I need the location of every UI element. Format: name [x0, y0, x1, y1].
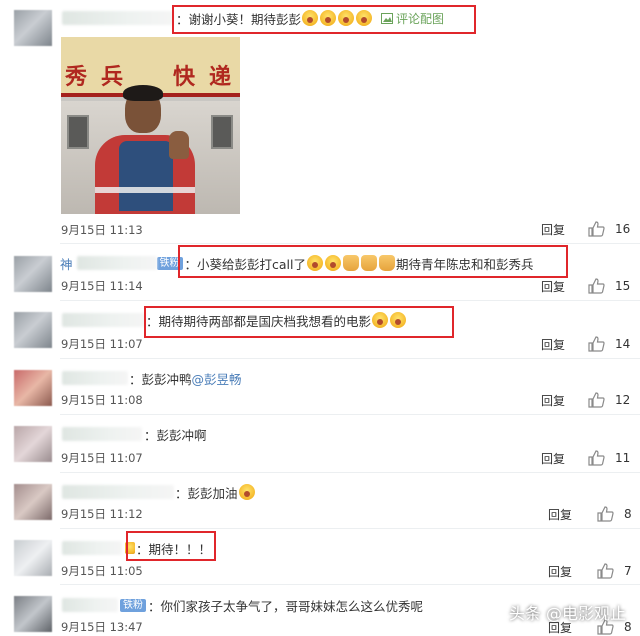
sign-char: 递	[209, 64, 232, 90]
divider	[60, 358, 640, 359]
scream-emoji-icon	[238, 484, 255, 500]
like-count: 14	[615, 337, 631, 351]
comment-time: 9月15日 13:47	[61, 620, 143, 634]
thumbs-up-icon	[588, 221, 605, 237]
comment-photo[interactable]: 秀 兵 快 递	[61, 37, 240, 214]
comment-text: ：彭彭冲啊	[144, 427, 207, 443]
reply-button[interactable]: 回复	[541, 221, 565, 238]
mention-link[interactable]: @彭昱畅	[192, 369, 242, 388]
username[interactable]	[76, 256, 157, 270]
photo-person-vest	[119, 141, 173, 211]
highlight-box	[126, 531, 216, 561]
thumbs-up-icon	[588, 392, 605, 408]
reply-button[interactable]: 回复	[548, 563, 572, 580]
highlight-box	[144, 306, 454, 338]
like-button[interactable]: 7	[597, 563, 632, 579]
comment-row: ：期待！！！ 9月15日 11:05 回复 7	[0, 531, 640, 586]
fan-badge: 铁粉	[120, 598, 146, 612]
highlight-box	[172, 5, 476, 34]
photo-thumbs-up	[169, 131, 189, 159]
comment-time: 9月15日 11:13	[61, 223, 143, 237]
comment-time: 9月15日 11:07	[61, 337, 143, 351]
like-count: 7	[624, 564, 632, 578]
comment-time: 9月15日 11:05	[61, 564, 143, 578]
divider	[60, 472, 640, 473]
comment-time: 9月15日 11:12	[61, 507, 143, 521]
username[interactable]	[62, 541, 122, 555]
divider	[60, 414, 640, 415]
reply-button[interactable]: 回复	[541, 278, 565, 295]
avatar[interactable]	[14, 370, 52, 406]
reply-button[interactable]: 回复	[541, 336, 565, 353]
sign-char: 兵	[101, 64, 124, 90]
comment-row: ：彭彭冲鸭 @彭昱畅 9月15日 11:08 回复 12	[0, 364, 640, 416]
reply-button[interactable]: 回复	[548, 506, 572, 523]
thumbs-up-icon	[588, 278, 605, 294]
username[interactable]	[62, 371, 128, 385]
comment-text-line: ：彭彭冲鸭 @彭昱畅	[129, 369, 242, 387]
reply-button[interactable]: 回复	[541, 392, 565, 409]
photo-window	[67, 115, 89, 149]
username[interactable]	[62, 598, 118, 612]
username[interactable]	[62, 11, 174, 25]
avatar[interactable]	[14, 484, 52, 520]
avatar[interactable]	[14, 596, 52, 632]
photo-person-hair	[123, 85, 163, 101]
thumbs-up-icon	[588, 450, 605, 466]
comment-text: ：彭彭冲鸭	[129, 371, 192, 387]
sign-char: 秀	[65, 64, 88, 90]
like-button[interactable]: 15	[588, 278, 630, 294]
divider	[60, 584, 640, 585]
photo-vest-stripe	[95, 187, 195, 193]
divider	[60, 300, 640, 301]
reply-button[interactable]: 回复	[541, 450, 565, 467]
thumbs-up-icon	[588, 336, 605, 352]
watermark: 头条 @电影观止	[508, 604, 626, 623]
comment-row: 神 铁粉 ：小葵给彭彭打call了 期待青年陈忠和和彭秀兵 9月15日 11:1…	[0, 245, 640, 300]
highlight-box	[178, 245, 568, 278]
divider	[60, 243, 640, 244]
like-button[interactable]: 11	[588, 450, 630, 466]
username[interactable]	[62, 313, 146, 327]
avatar[interactable]	[14, 426, 52, 462]
like-button[interactable]: 12	[588, 392, 630, 408]
like-count: 8	[624, 507, 632, 521]
comment-text-line: ：彭彭加油	[175, 483, 256, 501]
comment-row: ：彭彭加油 9月15日 11:12 回复 8	[0, 478, 640, 530]
comment-time: 9月15日 11:07	[61, 451, 143, 465]
username[interactable]	[62, 427, 142, 441]
sign-char: 快	[173, 64, 196, 90]
avatar[interactable]	[14, 10, 52, 46]
photo-window	[211, 115, 233, 149]
like-button[interactable]: 16	[588, 221, 630, 237]
comment-text: ：你们家孩子太争气了，哥哥妹妹怎么这么优秀呢	[148, 598, 424, 614]
avatar[interactable]	[14, 540, 52, 576]
thumbs-up-icon	[597, 506, 614, 522]
comment-text: ：彭彭加油	[175, 485, 238, 501]
like-count: 15	[615, 279, 631, 293]
thumbs-up-icon	[597, 563, 614, 579]
like-count: 16	[615, 222, 631, 236]
comment-row: ：期待期待两部都是国庆档我想看的电影 9月15日 11:07 回复 14	[0, 306, 640, 358]
like-button[interactable]: 14	[588, 336, 630, 352]
comment-time: 9月15日 11:08	[61, 393, 143, 407]
comment-row: ：彭彭冲啊 9月15日 11:07 回复 11	[0, 420, 640, 472]
comment-text-line: 铁粉 ：你们家孩子太争气了，哥哥妹妹怎么这么优秀呢	[120, 596, 423, 614]
like-button[interactable]: 8	[597, 506, 632, 522]
like-count: 11	[615, 451, 631, 465]
avatar[interactable]	[14, 256, 52, 292]
comment-row: ：谢谢小葵！期待彭彭 评论配图 秀 兵 快 递 9月15日 11:13 回复 1…	[0, 0, 640, 237]
comment-time: 9月15日 11:14	[61, 279, 143, 293]
username[interactable]	[62, 485, 174, 499]
avatar[interactable]	[14, 312, 52, 348]
comment-text-line: ：彭彭冲啊	[144, 425, 207, 443]
divider	[60, 528, 640, 529]
username-visible[interactable]: 神	[60, 254, 73, 273]
like-count: 12	[615, 393, 631, 407]
